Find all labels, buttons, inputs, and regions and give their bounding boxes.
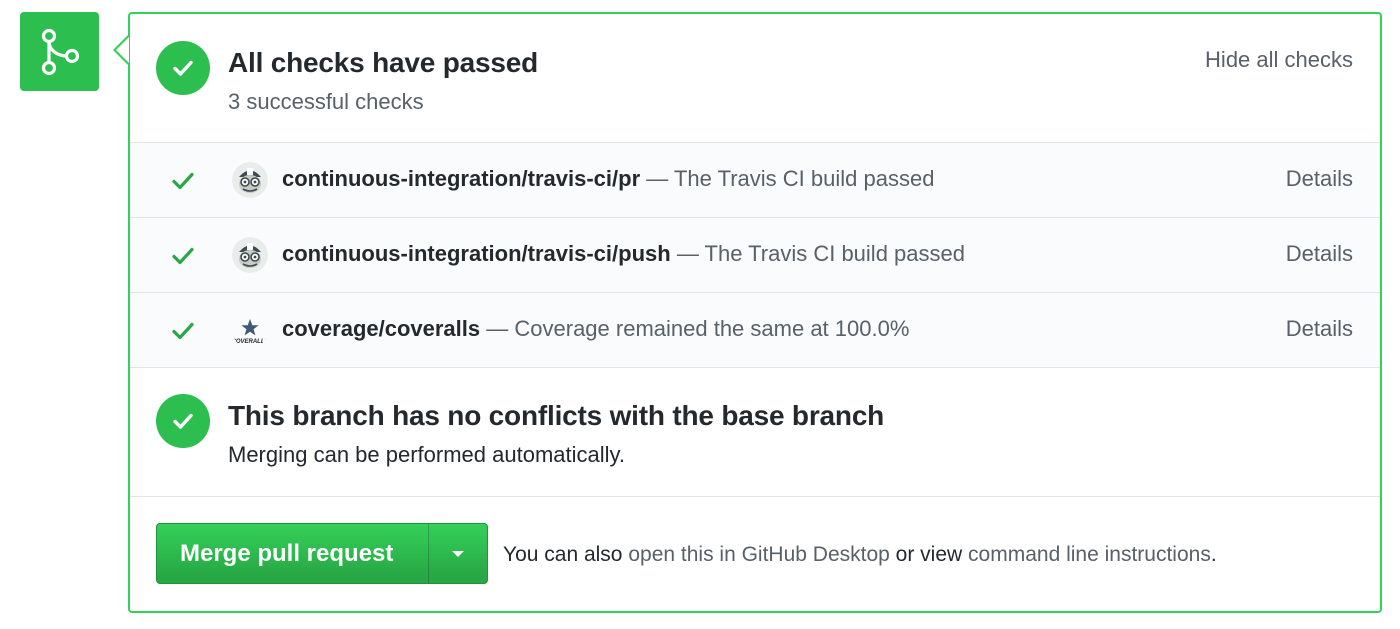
panel-pointer-fill [116,37,129,63]
divider [130,367,1380,368]
divider [130,496,1380,497]
check-icon [172,172,194,190]
check-row-travis-pr: continuous-integration/travis-ci/pr — Th… [130,143,1380,217]
check-icon [173,413,193,429]
check-context: continuous-integration/travis-ci/pr [282,166,641,191]
checks-subtitle: 3 successful checks [228,89,424,114]
conflicts-subtitle: Merging can be performed automatically. [228,442,626,467]
details-link[interactable]: Details [1286,166,1353,192]
check-description: — The Travis CI build passed [676,241,965,266]
check-icon [172,247,194,265]
check-row-coveralls: COVERALLS coverage/coveralls — Coverage … [130,293,1380,367]
merge-info-text: You can also open this in GitHub Desktop… [503,543,1217,567]
travis-ci-avatar [232,237,268,273]
check-icon [172,322,194,340]
merge-options-dropdown[interactable] [429,524,487,583]
merge-status-panel: All checks have passed 3 successful chec… [128,12,1382,613]
triangle-down-icon [452,550,464,557]
merge-info-suffix: . [1210,543,1217,566]
check-row-travis-push: continuous-integration/travis-ci/push — … [130,218,1380,292]
conflicts-title: This branch has no conflicts with the ba… [228,400,885,431]
check-context: continuous-integration/travis-ci/push [282,241,671,266]
hide-all-checks-link[interactable]: Hide all checks [1205,47,1353,73]
merge-button-label: Merge pull request [180,540,394,567]
check-icon [173,60,193,76]
details-link[interactable]: Details [1286,316,1353,342]
git-merge-icon [41,28,79,75]
checks-title: All checks have passed [228,47,538,78]
open-github-desktop-link[interactable]: open this in GitHub Desktop [628,543,889,566]
merge-info-prefix: You can also [503,543,623,566]
no-conflicts-icon [156,394,210,448]
check-description: — The Travis CI build passed [646,166,935,191]
merge-pull-request-button[interactable]: Merge pull request [156,523,488,584]
merge-info-middle: or view [895,543,963,566]
coveralls-wordmark: COVERALLS [232,339,268,345]
command-line-instructions-link[interactable]: command line instructions [968,543,1211,566]
checks-passed-icon [156,41,210,95]
coveralls-avatar: COVERALLS [232,312,268,348]
check-description: — Coverage remained the same at 100.0% [486,316,910,341]
details-link[interactable]: Details [1286,241,1353,267]
check-context: coverage/coveralls [282,316,481,341]
git-merge-icon-box [20,12,99,91]
travis-ci-avatar [232,162,268,198]
